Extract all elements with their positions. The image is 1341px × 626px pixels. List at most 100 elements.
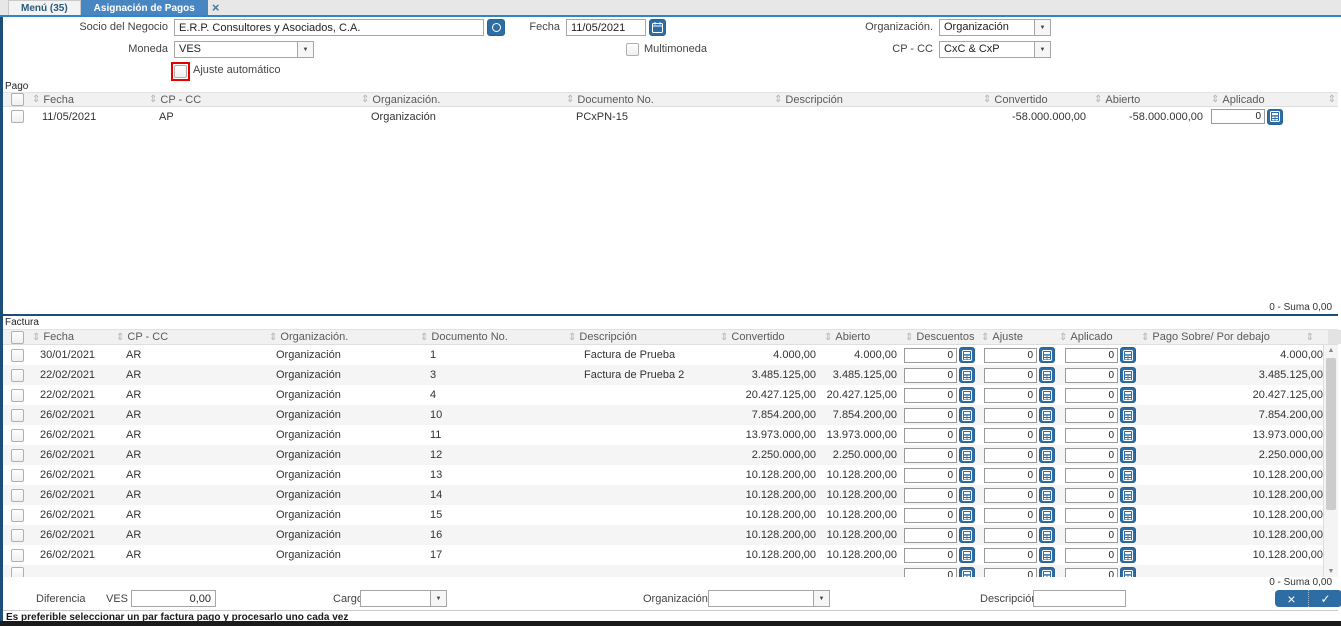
calculator-button[interactable]	[1120, 567, 1136, 577]
diferencia-input[interactable]	[131, 590, 216, 607]
ajuste-input[interactable]	[984, 348, 1037, 363]
pago-col-convertido[interactable]: ⇕Convertido	[980, 94, 1091, 106]
sort-icon[interactable]: ⇕	[420, 332, 428, 343]
sort-icon[interactable]: ⇕	[983, 94, 991, 105]
ajuste-input[interactable]	[984, 528, 1037, 543]
factura-col-documento[interactable]: ⇕Documento No.	[417, 331, 565, 343]
select-all-checkbox[interactable]	[11, 93, 24, 106]
descuentos-input[interactable]	[904, 348, 957, 363]
moneda-select[interactable]: VES ▼	[174, 41, 314, 58]
ajuste-input[interactable]	[984, 568, 1037, 578]
pago-col-extra[interactable]: ⇕	[1303, 94, 1341, 105]
sort-icon[interactable]: ⇕	[905, 332, 913, 343]
sort-icon[interactable]: ⇕	[32, 332, 40, 343]
row-checkbox[interactable]	[11, 369, 24, 382]
factura-table-row[interactable]: 26/02/2021 AR Organización 13 10.128.200…	[3, 465, 1338, 485]
descuentos-input[interactable]	[904, 568, 957, 578]
tab-asignacion-de-pagos[interactable]: Asignación de Pagos	[81, 0, 208, 15]
ajuste-input[interactable]	[984, 448, 1037, 463]
aplicado-input[interactable]	[1065, 388, 1118, 403]
sort-icon[interactable]: ⇕	[981, 332, 989, 343]
ajuste-input[interactable]	[984, 548, 1037, 563]
aplicado-input[interactable]	[1065, 568, 1118, 578]
pago-col-descripcion[interactable]: ⇕Descripción	[771, 94, 980, 106]
factura-table-row[interactable]: 26/02/2021 AR Organización 10 7.854.200,…	[3, 405, 1338, 425]
aplicado-input[interactable]	[1065, 448, 1118, 463]
aplicado-input[interactable]	[1065, 368, 1118, 383]
descuentos-input[interactable]	[904, 548, 957, 563]
pago-table-row[interactable]: 11/05/2021 AP Organización PCxPN-15 -58.…	[3, 107, 1338, 126]
factura-table-row[interactable]: 26/02/2021 AR Organización 17 10.128.200…	[3, 545, 1338, 565]
aplicado-input[interactable]	[1211, 109, 1265, 124]
calculator-button[interactable]	[959, 507, 975, 523]
descuentos-input[interactable]	[904, 388, 957, 403]
factura-table-row[interactable]: 22/02/2021 AR Organización 3 Factura de …	[3, 365, 1338, 385]
tab-close-icon[interactable]: ×	[212, 1, 220, 14]
select-all-checkbox[interactable]	[11, 331, 24, 344]
row-checkbox[interactable]	[11, 529, 24, 542]
socio-input[interactable]	[174, 19, 484, 36]
ajuste-input[interactable]	[984, 408, 1037, 423]
scrollbar-thumb[interactable]	[1326, 358, 1336, 510]
aplicado-input[interactable]	[1065, 488, 1118, 503]
aplicado-input[interactable]	[1065, 468, 1118, 483]
scroll-up-icon[interactable]: ▲	[1324, 347, 1338, 354]
calculator-button[interactable]	[1039, 487, 1055, 503]
calculator-button[interactable]	[1039, 567, 1055, 577]
calculator-button[interactable]	[959, 447, 975, 463]
factura-col-abierto[interactable]: ⇕Abierto	[821, 331, 902, 343]
calculator-button[interactable]	[1039, 367, 1055, 383]
ajuste-automatico-checkbox[interactable]	[174, 65, 187, 78]
factura-table-row[interactable]: 26/02/2021 AR Organización 12 2.250.000,…	[3, 445, 1338, 465]
descuentos-input[interactable]	[904, 408, 957, 423]
calculator-button[interactable]	[1039, 527, 1055, 543]
sort-icon[interactable]: ⇕	[824, 332, 832, 343]
footer-organizacion-select[interactable]: ▼	[708, 590, 830, 607]
row-checkbox[interactable]	[11, 389, 24, 402]
factura-col-convertido[interactable]: ⇕Convertido	[717, 331, 821, 343]
calculator-button[interactable]	[1120, 547, 1136, 563]
confirm-button[interactable]: ✓	[1309, 590, 1341, 607]
sort-icon[interactable]: ⇕	[1094, 94, 1102, 105]
ajuste-input[interactable]	[984, 388, 1037, 403]
factura-col-descuentos[interactable]: ⇕Descuentos	[902, 331, 978, 343]
sort-icon[interactable]: ⇕	[1306, 332, 1314, 343]
factura-table-row[interactable]	[3, 565, 1338, 577]
calculator-button[interactable]	[1039, 387, 1055, 403]
aplicado-input[interactable]	[1065, 348, 1118, 363]
ajuste-input[interactable]	[984, 488, 1037, 503]
aplicado-input[interactable]	[1065, 548, 1118, 563]
calculator-button[interactable]	[959, 567, 975, 577]
row-checkbox[interactable]	[11, 509, 24, 522]
pago-col-documento[interactable]: ⇕Documento No.	[563, 94, 771, 106]
calculator-button[interactable]	[1120, 507, 1136, 523]
sort-icon[interactable]: ⇕	[1059, 332, 1067, 343]
aplicado-input[interactable]	[1065, 408, 1118, 423]
row-checkbox[interactable]	[11, 549, 24, 562]
calculator-button[interactable]	[1039, 447, 1055, 463]
calculator-button[interactable]	[1120, 487, 1136, 503]
ajuste-input[interactable]	[984, 428, 1037, 443]
row-checkbox[interactable]	[11, 469, 24, 482]
cpcc-select[interactable]: CxC & CxP ▼	[939, 41, 1051, 58]
ajuste-input[interactable]	[984, 368, 1037, 383]
calculator-button[interactable]	[1039, 507, 1055, 523]
pago-col-aplicado[interactable]: ⇕Aplicado	[1208, 94, 1303, 106]
descuentos-input[interactable]	[904, 448, 957, 463]
aplicado-input[interactable]	[1065, 528, 1118, 543]
cargo-select[interactable]: ▼	[360, 590, 447, 607]
descuentos-input[interactable]	[904, 428, 957, 443]
calculator-button[interactable]	[1120, 387, 1136, 403]
factura-col-cpcc[interactable]: ⇕CP - CC	[113, 331, 266, 343]
scroll-down-icon[interactable]: ▼	[1324, 568, 1338, 575]
factura-col-descripcion[interactable]: ⇕Descripción	[565, 331, 717, 343]
calculator-button[interactable]	[1039, 347, 1055, 363]
calculator-button[interactable]	[1120, 427, 1136, 443]
factura-table-row[interactable]: 30/01/2021 AR Organización 1 Factura de …	[3, 345, 1338, 365]
calculator-button[interactable]	[1120, 467, 1136, 483]
sort-icon[interactable]: ⇕	[361, 94, 369, 105]
calculator-button[interactable]	[1039, 547, 1055, 563]
descuentos-input[interactable]	[904, 368, 957, 383]
calculator-button[interactable]	[959, 467, 975, 483]
calculator-button[interactable]	[959, 367, 975, 383]
